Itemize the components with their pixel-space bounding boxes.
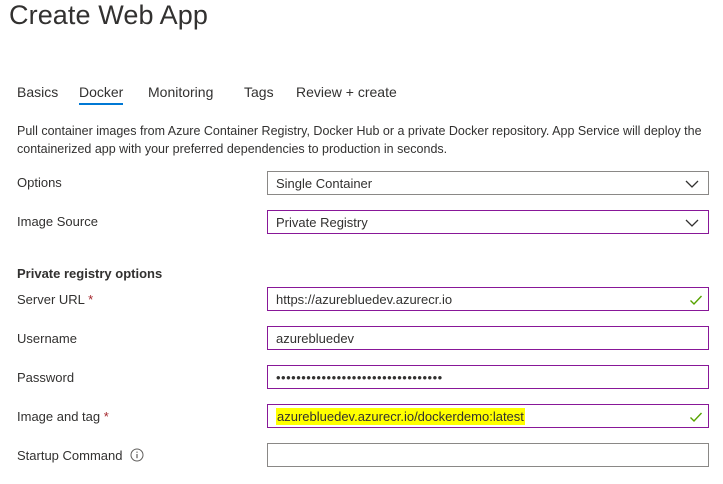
tab-tags[interactable]: Tags: [244, 83, 274, 101]
chevron-down-icon: [685, 219, 699, 227]
tab-review-create[interactable]: Review + create: [296, 83, 397, 101]
required-mark: *: [88, 292, 94, 307]
checkmark-icon: [690, 295, 703, 306]
password-input[interactable]: •••••••••••••••••••••••••••••••••: [267, 365, 709, 389]
image-tag-value: azurebluedev.azurecr.io/dockerdemo:lates…: [276, 408, 525, 425]
username-input[interactable]: azurebluedev: [267, 326, 709, 350]
tab-basics[interactable]: Basics: [17, 83, 58, 101]
chevron-down-icon: [685, 180, 699, 188]
password-label: Password: [17, 370, 75, 385]
options-selected-value: Single Container: [276, 176, 373, 191]
docker-description: Pull container images from Azure Contain…: [17, 124, 702, 156]
page-title: Create Web App: [9, 0, 209, 30]
private-registry-heading: Private registry options: [17, 266, 163, 281]
server-url-value: https://azurebluedev.azurecr.io: [276, 292, 453, 307]
image-source-dropdown[interactable]: Private Registry: [267, 210, 709, 234]
username-label: Username: [17, 331, 77, 346]
tab-monitoring[interactable]: Monitoring: [148, 83, 213, 101]
startup-command-input[interactable]: [267, 443, 709, 467]
checkmark-icon: [690, 412, 703, 423]
server-url-label: Server URL *: [17, 291, 93, 309]
image-tag-input[interactable]: azurebluedev.azurecr.io/dockerdemo:lates…: [267, 404, 709, 428]
server-url-label-text: Server URL: [17, 292, 85, 307]
image-source-label: Image Source: [17, 214, 98, 229]
image-source-selected-value: Private Registry: [276, 215, 368, 230]
options-dropdown[interactable]: Single Container: [267, 171, 709, 195]
image-tag-label-text: Image and tag: [17, 409, 101, 424]
tab-docker[interactable]: Docker: [79, 83, 124, 105]
required-mark: *: [103, 409, 109, 424]
info-icon[interactable]: [130, 448, 144, 462]
username-value: azurebluedev: [276, 331, 355, 346]
startup-command-label: Startup Command: [17, 448, 123, 463]
password-masked-value: •••••••••••••••••••••••••••••••••: [276, 370, 443, 385]
server-url-input[interactable]: https://azurebluedev.azurecr.io: [267, 287, 709, 311]
options-label: Options: [17, 175, 62, 190]
image-tag-label: Image and tag *: [17, 408, 109, 426]
